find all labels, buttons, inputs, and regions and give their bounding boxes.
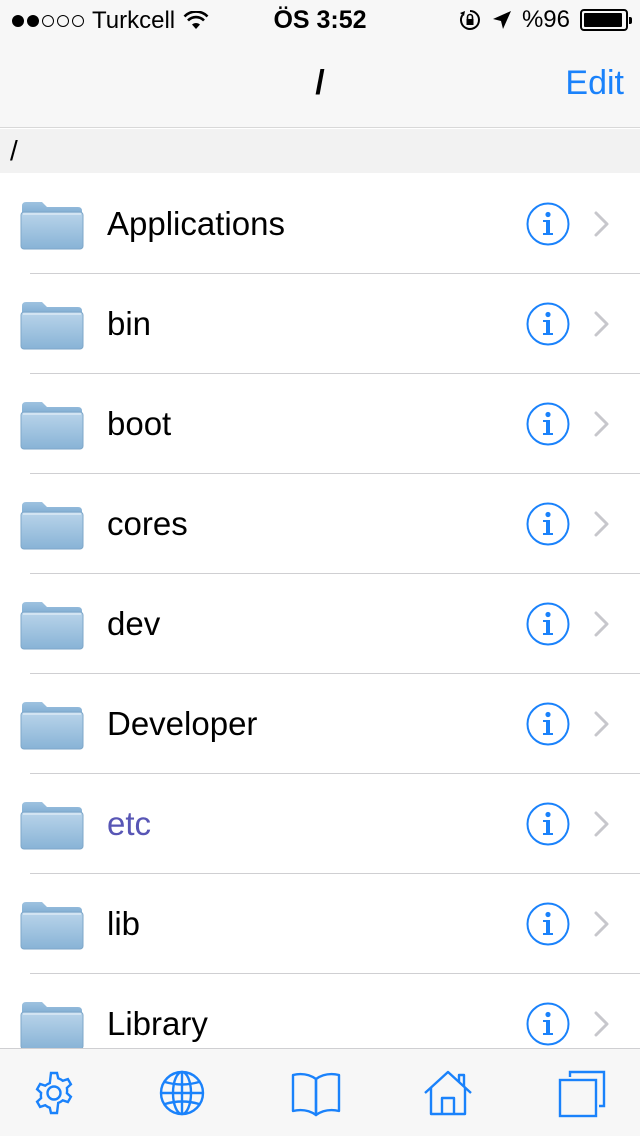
- folder-icon: [20, 300, 84, 350]
- list-item[interactable]: bin: [0, 274, 640, 374]
- folder-icon: [20, 200, 84, 250]
- chevron-right-icon: [592, 910, 612, 938]
- item-name: cores: [107, 505, 188, 542]
- chevron-right-icon: [592, 510, 612, 538]
- list-item[interactable]: lib: [0, 874, 640, 974]
- app-window: Turkcell ÖS 3:52 %96 / Edit / Applicatio…: [0, 0, 640, 1136]
- chevron-right-icon: [592, 710, 612, 738]
- windows-icon: [558, 1070, 606, 1118]
- list-item[interactable]: Developer: [0, 674, 640, 774]
- folder-icon: [20, 700, 84, 750]
- list-item[interactable]: Library: [0, 974, 640, 1048]
- file-list[interactable]: Applications bin boot cores dev Developer etc l…: [0, 174, 640, 1048]
- info-icon[interactable]: [526, 602, 570, 646]
- tab-home[interactable]: [420, 1067, 476, 1119]
- edit-button[interactable]: Edit: [565, 64, 624, 103]
- chevron-right-icon: [592, 1010, 612, 1038]
- info-icon[interactable]: [526, 202, 570, 246]
- list-item[interactable]: Applications: [0, 174, 640, 274]
- tab-windows[interactable]: [554, 1067, 610, 1119]
- navigation-bar: / Edit: [0, 40, 640, 128]
- current-path: /: [0, 129, 640, 173]
- chevron-right-icon: [592, 810, 612, 838]
- chevron-right-icon: [592, 410, 612, 438]
- status-indicators: %96: [458, 6, 632, 34]
- info-icon[interactable]: [526, 402, 570, 446]
- battery-level-fill: [584, 13, 623, 27]
- item-name: Library: [107, 1005, 208, 1042]
- item-name: lib: [107, 905, 141, 942]
- tab-bar: [0, 1048, 640, 1136]
- tab-bookmarks[interactable]: [288, 1067, 344, 1119]
- list-item[interactable]: boot: [0, 374, 640, 474]
- item-name: Developer: [107, 705, 258, 742]
- battery-icon: [580, 9, 632, 31]
- location-arrow-icon: [492, 11, 511, 29]
- list-item[interactable]: etc: [0, 774, 640, 874]
- page-title: /: [315, 64, 325, 102]
- gear-icon: [35, 1071, 73, 1115]
- folder-icon: [20, 900, 84, 950]
- info-icon[interactable]: [526, 802, 570, 846]
- house-icon: [424, 1070, 472, 1116]
- chevron-right-icon: [592, 210, 612, 238]
- tab-web[interactable]: [154, 1067, 210, 1119]
- list-item[interactable]: dev: [0, 574, 640, 674]
- item-name: Applications: [107, 205, 285, 242]
- globe-icon: [159, 1070, 205, 1116]
- info-icon[interactable]: [526, 302, 570, 346]
- chevron-right-icon: [592, 610, 612, 638]
- status-bar: Turkcell ÖS 3:52 %96: [0, 0, 640, 40]
- item-name: dev: [107, 605, 161, 642]
- info-icon[interactable]: [526, 502, 570, 546]
- list-item[interactable]: cores: [0, 474, 640, 574]
- folder-icon: [20, 600, 84, 650]
- item-name: boot: [107, 405, 172, 442]
- folder-icon: [20, 800, 84, 850]
- folder-icon: [20, 500, 84, 550]
- battery-percentage: %96: [521, 6, 570, 33]
- info-icon[interactable]: [526, 702, 570, 746]
- info-icon[interactable]: [526, 902, 570, 946]
- info-icon[interactable]: [526, 1002, 570, 1046]
- item-name: bin: [107, 305, 152, 342]
- folder-icon: [20, 400, 84, 450]
- chevron-right-icon: [592, 310, 612, 338]
- item-name: etc: [107, 805, 152, 842]
- rotation-lock-icon: [459, 10, 480, 30]
- folder-icon: [20, 1000, 84, 1048]
- book-icon: [291, 1072, 341, 1117]
- tab-settings[interactable]: [26, 1067, 82, 1119]
